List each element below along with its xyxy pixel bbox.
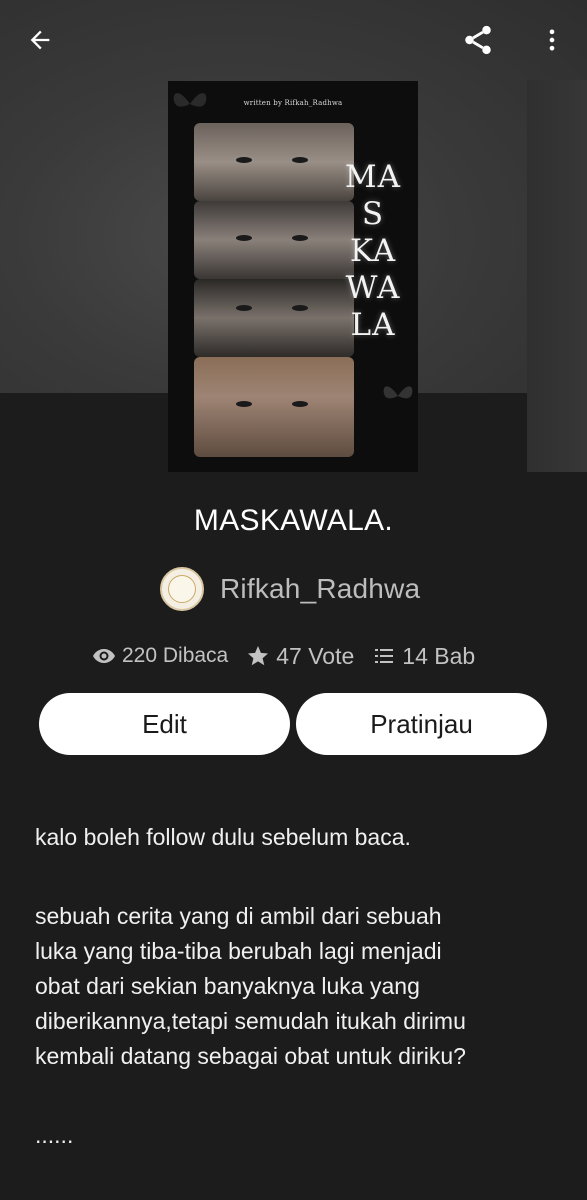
avatar-emblem xyxy=(168,575,196,603)
book-cover[interactable]: written by Rifkah_Radhwa MA S KA WA LA xyxy=(168,81,418,472)
arrow-left-icon xyxy=(30,30,50,50)
butterfly-icon xyxy=(383,386,413,399)
description-line: kalo boleh follow dulu sebelum baca. xyxy=(35,824,411,850)
butterfly-icon xyxy=(173,93,207,107)
share-icon xyxy=(465,25,491,55)
book-title: MASKAWALA. xyxy=(193,504,394,537)
share-button[interactable] xyxy=(454,16,502,64)
votes-stat: 47 Vote xyxy=(246,643,354,670)
description-line: obat dari sekian banyaknya luka yang xyxy=(35,973,420,999)
edit-button[interactable]: Edit xyxy=(39,693,290,755)
cover-face-1 xyxy=(194,123,354,201)
author-name[interactable]: Rifkah_Radhwa xyxy=(220,573,420,605)
reads-stat: 220 Dibaca xyxy=(92,644,228,668)
description-line: luka yang tiba-tiba berubah lagi menjadi xyxy=(35,938,442,964)
description-line: diberikannya,tetapi semudah itukah dirim… xyxy=(35,1008,466,1034)
reads-count: 220 Dibaca xyxy=(122,644,229,667)
next-cover-peek[interactable] xyxy=(527,80,587,472)
top-app-bar xyxy=(0,0,587,80)
cover-face-4 xyxy=(194,357,354,457)
preview-button[interactable]: Pratinjau xyxy=(296,693,547,755)
back-button[interactable] xyxy=(16,16,64,64)
votes-count: 47 Vote xyxy=(276,642,355,669)
avatar[interactable] xyxy=(160,567,204,611)
author-row[interactable]: Rifkah_Radhwa xyxy=(160,566,420,612)
book-stats: 220 Dibaca 47 Vote 14 Bab xyxy=(92,638,475,674)
description-ellipsis: ...... xyxy=(35,1122,74,1148)
more-options-button[interactable] xyxy=(528,16,576,64)
cover-title-art: MA S KA WA LA xyxy=(344,159,402,343)
star-icon xyxy=(248,646,269,666)
book-description: kalo boleh follow dulu sebelum baca. seb… xyxy=(35,820,555,1153)
cover-face-2 xyxy=(194,201,354,279)
parts-stat: 14 Bab xyxy=(372,643,475,670)
parts-count: 14 Bab xyxy=(402,642,476,669)
eye-icon xyxy=(93,649,115,663)
description-line: sebuah cerita yang di ambil dari sebuah xyxy=(35,903,442,929)
list-icon xyxy=(375,649,394,663)
more-vert-icon xyxy=(549,29,555,51)
description-line: kembali datang sebagai obat untuk diriku… xyxy=(35,1043,466,1069)
cover-face-3 xyxy=(194,279,354,357)
